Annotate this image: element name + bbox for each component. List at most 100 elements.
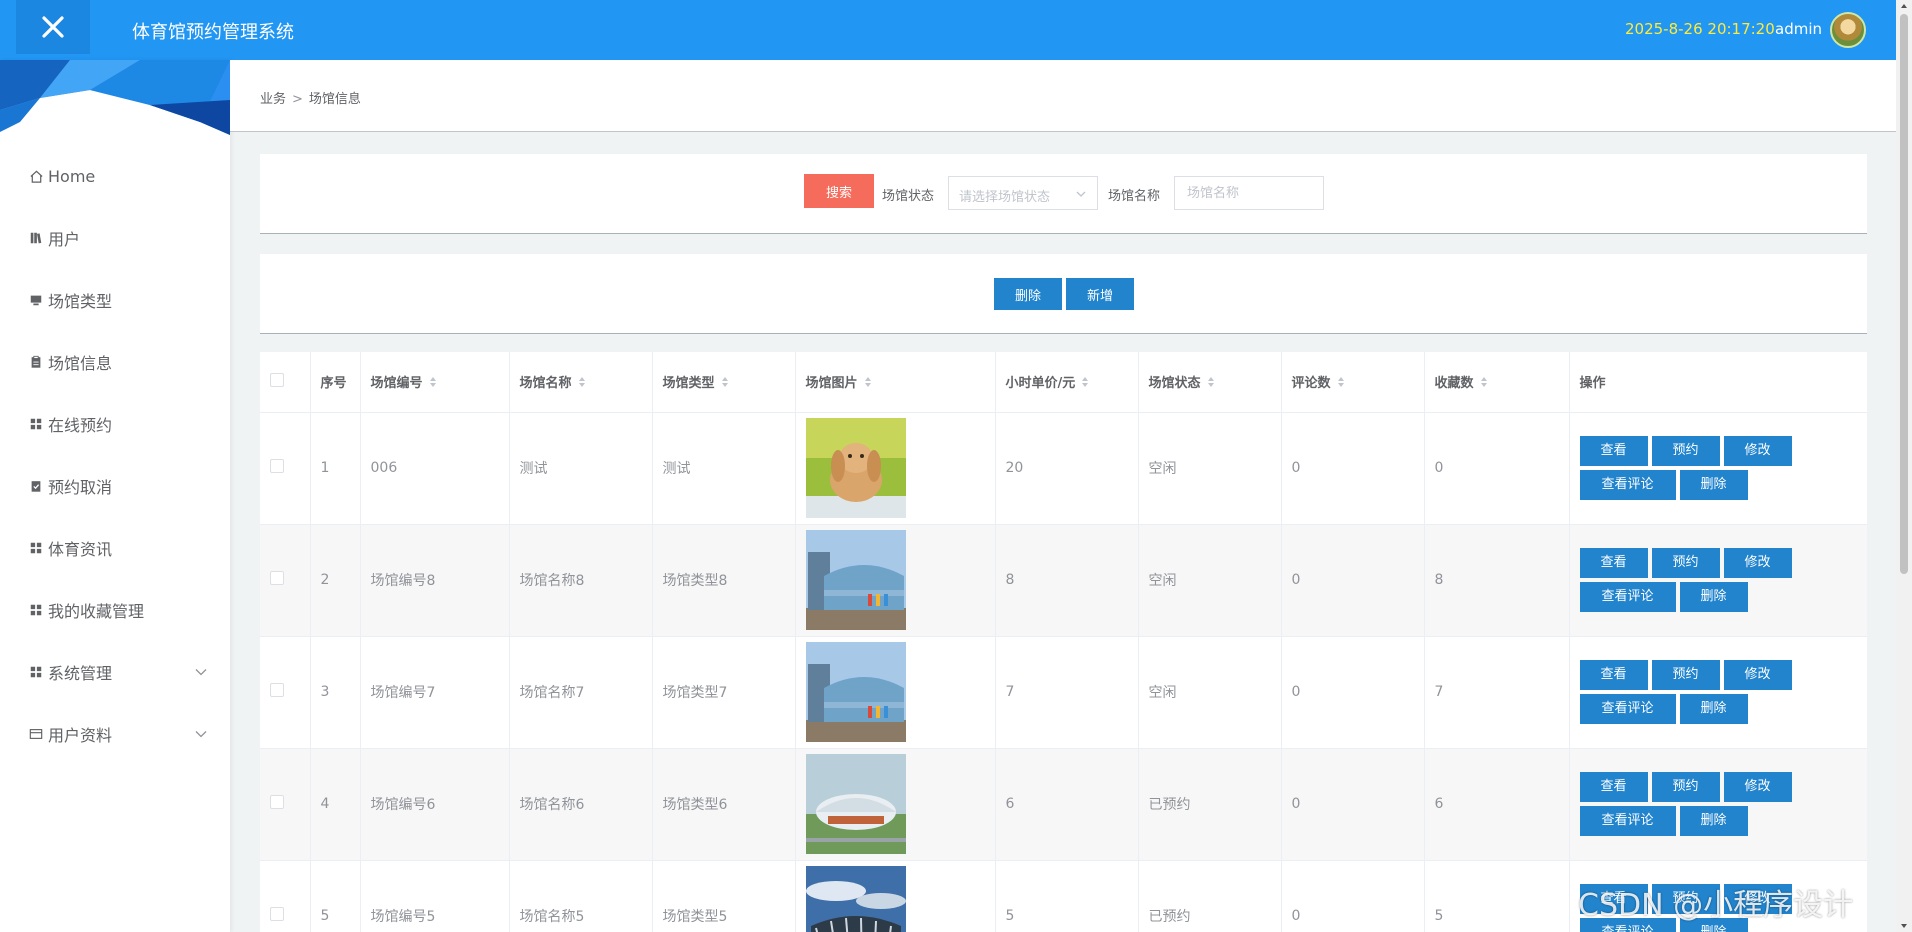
select-all-cell xyxy=(260,352,311,412)
cell-comments: 0 xyxy=(1281,748,1425,860)
view-comments-button[interactable]: 查看评论 xyxy=(1579,470,1676,500)
row-checkbox[interactable] xyxy=(270,795,284,809)
chevron-down-icon xyxy=(195,669,207,676)
sidebar-item-booking-cancel[interactable]: 预约取消 xyxy=(0,455,230,517)
sidebar-item-venue-type[interactable]: 场馆类型 xyxy=(0,269,230,331)
edit-button[interactable]: 修改 xyxy=(1723,660,1792,690)
row-select-cell xyxy=(260,860,311,932)
cell-favorites: 7 xyxy=(1424,636,1570,748)
sidebar-banner-decoration xyxy=(0,60,230,135)
sidebar-item-system-management[interactable]: 系统管理 xyxy=(0,641,230,703)
table-row: 1 006 测试 测试 20 空闲 0 0 查看 预约 修改 查看评论 删除 xyxy=(260,412,1867,524)
cell-status: 已预约 xyxy=(1138,860,1282,932)
sidebar-item-venue-info[interactable]: 场馆信息 xyxy=(0,331,230,393)
view-button[interactable]: 查看 xyxy=(1579,772,1648,802)
search-button[interactable]: 搜索 xyxy=(804,174,874,208)
home-icon xyxy=(28,168,44,184)
column-header-name[interactable]: 场馆名称 xyxy=(509,352,653,412)
breadcrumb-bar: 业务 > 场馆信息 xyxy=(230,60,1896,132)
breadcrumb-separator: > xyxy=(292,92,303,107)
view-comments-button[interactable]: 查看评论 xyxy=(1579,694,1676,724)
column-header-comments[interactable]: 评论数 xyxy=(1281,352,1425,412)
cell-image xyxy=(795,524,996,636)
sidebar-item-home[interactable]: Home xyxy=(0,145,230,207)
action-panel: 删除 新增 xyxy=(260,254,1867,334)
batch-delete-button[interactable]: 删除 xyxy=(994,278,1062,310)
view-comments-button[interactable]: 查看评论 xyxy=(1579,582,1676,612)
column-header-type[interactable]: 场馆类型 xyxy=(652,352,796,412)
sort-icon xyxy=(1337,377,1344,388)
column-header-label: 场馆编号 xyxy=(370,376,423,392)
view-button[interactable]: 查看 xyxy=(1579,548,1648,578)
scroll-down-arrow-icon[interactable] xyxy=(1900,922,1908,930)
check-clipboard-icon xyxy=(28,478,44,494)
book-button[interactable]: 预约 xyxy=(1651,660,1720,690)
scroll-up-arrow-icon[interactable] xyxy=(1900,2,1908,10)
book-button[interactable]: 预约 xyxy=(1651,436,1720,466)
cell-favorites: 6 xyxy=(1424,748,1570,860)
breadcrumb-parent[interactable]: 业务 xyxy=(260,92,286,107)
sidebar-item-user-profile[interactable]: 用户资料 xyxy=(0,703,230,765)
avatar[interactable] xyxy=(1830,12,1866,48)
cell-type: 场馆类型7 xyxy=(652,636,796,748)
scrollbar-thumb[interactable] xyxy=(1900,14,1908,574)
column-header-code[interactable]: 场馆编号 xyxy=(360,352,510,412)
venue-image-rabbit[interactable] xyxy=(805,418,906,518)
sidebar-item-online-booking[interactable]: 在线预约 xyxy=(0,393,230,455)
venue-image-arena[interactable] xyxy=(805,530,906,630)
column-header-image[interactable]: 场馆图片 xyxy=(795,352,996,412)
delete-button[interactable]: 删除 xyxy=(1679,470,1748,500)
venue-name-input[interactable] xyxy=(1174,176,1324,210)
venue-table: 序号 场馆编号 场馆名称 场馆类型 场馆图片 小时单价/元 场馆状态 评论数 收… xyxy=(260,352,1867,932)
edit-button[interactable]: 修改 xyxy=(1723,772,1792,802)
cell-code: 场馆编号8 xyxy=(360,524,510,636)
delete-button[interactable]: 删除 xyxy=(1679,806,1748,836)
view-comments-button[interactable]: 查看评论 xyxy=(1579,806,1676,836)
cell-actions: 查看预约修改 查看评论删除 xyxy=(1569,748,1867,860)
cell-name: 场馆名称7 xyxy=(509,636,653,748)
view-button[interactable]: 查看 xyxy=(1579,660,1648,690)
card-icon xyxy=(28,726,44,742)
select-all-checkbox[interactable] xyxy=(270,372,284,387)
user-name[interactable]: admin xyxy=(1775,20,1822,38)
page-scrollbar[interactable] xyxy=(1896,0,1912,932)
delete-button[interactable]: 删除 xyxy=(1679,694,1748,724)
column-header-label: 操作 xyxy=(1579,376,1606,392)
sidebar-item-users[interactable]: 用户 xyxy=(0,207,230,269)
column-header-price[interactable]: 小时单价/元 xyxy=(995,352,1139,412)
edit-button[interactable]: 修改 xyxy=(1723,548,1792,578)
column-header-actions: 操作 xyxy=(1569,352,1867,412)
column-header-status[interactable]: 场馆状态 xyxy=(1138,352,1282,412)
row-checkbox[interactable] xyxy=(270,907,284,921)
table-header-row: 序号 场馆编号 场馆名称 场馆类型 场馆图片 小时单价/元 场馆状态 评论数 收… xyxy=(260,352,1867,412)
cell-index: 2 xyxy=(310,524,361,636)
venue-status-select[interactable]: 请选择场馆状态 xyxy=(948,176,1098,210)
edit-button[interactable]: 修改 xyxy=(1723,436,1792,466)
add-button[interactable]: 新增 xyxy=(1066,278,1134,310)
row-checkbox[interactable] xyxy=(270,571,284,585)
venue-image-stadium-sky[interactable] xyxy=(805,866,906,932)
collapse-menu-button[interactable] xyxy=(16,0,90,54)
clipboard-icon xyxy=(28,354,44,370)
row-checkbox[interactable] xyxy=(270,683,284,697)
venue-image-stadium-aerial[interactable] xyxy=(805,754,906,854)
book-button[interactable]: 预约 xyxy=(1651,772,1720,802)
sidebar-item-favorites[interactable]: 我的收藏管理 xyxy=(0,579,230,641)
venue-status-placeholder: 请选择场馆状态 xyxy=(959,190,1051,205)
column-header-favorites[interactable]: 收藏数 xyxy=(1424,352,1570,412)
sidebar-item-label: 用户资料 xyxy=(48,726,113,745)
view-button[interactable]: 查看 xyxy=(1579,436,1648,466)
column-header-index: 序号 xyxy=(310,352,361,412)
chevron-down-icon xyxy=(195,731,207,738)
delete-button[interactable]: 删除 xyxy=(1679,582,1748,612)
cell-name: 测试 xyxy=(509,412,653,524)
sort-icon xyxy=(721,377,728,388)
sidebar-item-sports-news[interactable]: 体育资讯 xyxy=(0,517,230,579)
cell-price: 8 xyxy=(995,524,1139,636)
book-button[interactable]: 预约 xyxy=(1651,548,1720,578)
cell-name: 场馆名称8 xyxy=(509,524,653,636)
row-checkbox[interactable] xyxy=(270,459,284,473)
column-header-label: 评论数 xyxy=(1291,376,1331,392)
column-header-label: 序号 xyxy=(320,376,347,392)
venue-image-arena[interactable] xyxy=(805,642,906,742)
